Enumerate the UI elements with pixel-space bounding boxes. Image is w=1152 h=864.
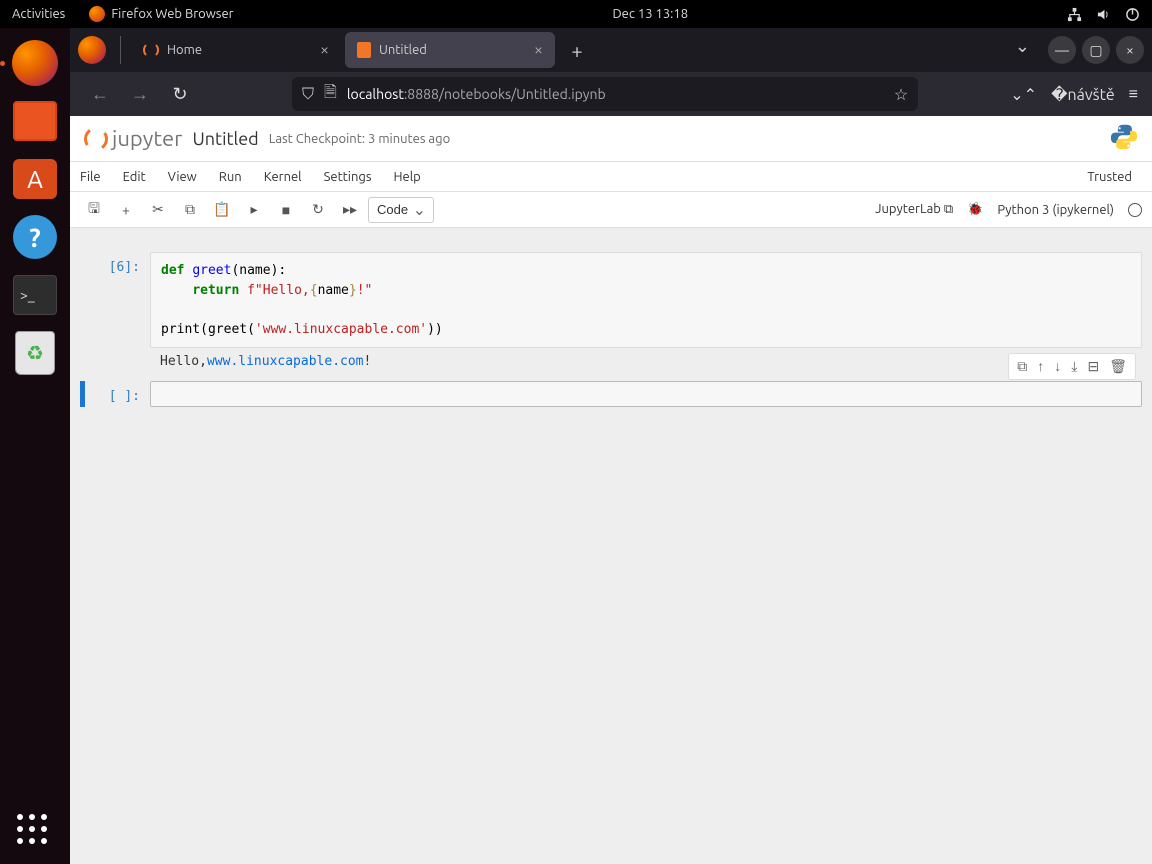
network-icon[interactable] [1067,7,1082,22]
code-output: Hello,www.linuxcapable.com! [150,348,1142,375]
jupyterlab-link[interactable]: JupyterLab ⧉ [875,202,953,217]
code-cell[interactable]: [ ]: ⧉ ↑ ↓ ⤓ ⊟ 🗑 [80,381,1142,407]
run-button[interactable]: ▸ [240,196,268,224]
jupyter-brand: jupyter [112,126,182,151]
jupyter-app: jupyter Untitled Last Checkpoint: 3 minu… [70,116,1152,864]
notebook-icon [357,42,371,58]
dock-help[interactable]: ? [10,212,60,262]
power-icon[interactable] [1125,7,1140,22]
app-indicator[interactable]: Firefox Web Browser [89,6,233,22]
activities-button[interactable]: Activities [12,7,65,21]
dock: A ? >_ ♻ [0,28,70,864]
menu-run[interactable]: Run [219,170,242,184]
menu-kernel[interactable]: Kernel [264,170,302,184]
jupyter-icon [143,42,159,58]
files-icon [13,101,57,141]
hamburger-menu-icon[interactable]: ≡ [1129,85,1138,104]
cut-button[interactable]: ✂ [144,196,172,224]
nav-toolbar: ← → ↻ ⛉ 🗎 localhost:8888/notebooks/Untit… [70,72,1152,116]
insert-above-icon[interactable]: ⤓ [1071,358,1077,375]
minimize-button[interactable]: — [1048,36,1076,64]
code-input[interactable] [150,381,1142,407]
page-info-icon[interactable]: 🗎 [324,81,337,108]
pocket-icon[interactable]: ⌄⌃ [1010,85,1037,104]
code-input[interactable]: def greet(name): return f"Hello,{name}!"… [150,252,1142,348]
url-bar[interactable]: ⛉ 🗎 localhost:8888/notebooks/Untitled.ip… [292,77,918,111]
app-name: Firefox Web Browser [111,7,233,21]
checkpoint-text: Last Checkpoint: 3 minutes ago [269,132,450,146]
jupyter-logo[interactable]: jupyter [84,126,182,151]
reload-button[interactable]: ↻ [164,78,196,110]
back-button[interactable]: ← [84,78,116,110]
menu-edit[interactable]: Edit [123,170,146,184]
cell-prompt: [6]: [80,252,150,375]
menu-help[interactable]: Help [393,170,420,184]
dock-terminal[interactable]: >_ [10,270,60,320]
python-logo [1110,123,1138,155]
tab-label: Home [167,43,202,57]
shield-icon[interactable]: ⛉ [302,85,314,104]
firefox-icon [89,6,105,22]
trash-icon: ♻ [15,331,55,375]
notebook-body[interactable]: [6]: def greet(name): return f"Hello,{na… [70,228,1152,864]
restart-button[interactable]: ↻ [304,196,332,224]
gnome-top-panel: Activities Firefox Web Browser Dec 13 13… [0,0,1152,28]
toolbar: 🖫 + ✂ ⧉ 📋 ▸ ■ ↻ ▸▸ Code JupyterLab ⧉ 🐞 P… [70,192,1152,228]
show-apps-button[interactable] [17,814,53,850]
dock-files[interactable] [10,96,60,146]
tab-home[interactable]: Home × [131,32,341,68]
insert-cell-button[interactable]: + [112,196,140,224]
move-up-icon[interactable]: ↑ [1037,358,1044,375]
insert-below-icon[interactable]: ⊟ [1087,358,1099,375]
dock-firefox[interactable] [10,38,60,88]
menu-bar: File Edit View Run Kernel Settings Help … [70,162,1152,192]
menu-view[interactable]: View [168,170,197,184]
terminal-icon: >_ [13,275,57,315]
jupyter-icon [82,125,110,153]
tab-bar: Home × Untitled × + ⌄ — ▢ × [70,28,1152,72]
cell-type-select[interactable]: Code [368,197,434,223]
restart-run-all-button[interactable]: ▸▸ [336,196,364,224]
notebook-title[interactable]: Untitled [192,129,258,149]
kernel-status-icon[interactable] [1128,203,1142,217]
dock-software[interactable]: A [10,154,60,204]
kernel-name[interactable]: Python 3 (ipykernel) [997,203,1114,217]
clock[interactable]: Dec 13 13:18 [234,7,1067,21]
cell-toolbar: ⧉ ↑ ↓ ⤓ ⊟ 🗑 [1008,353,1136,380]
maximize-button[interactable]: ▢ [1082,36,1110,64]
paste-button[interactable]: 📋 [208,196,236,224]
menu-file[interactable]: File [80,170,101,184]
duplicate-icon[interactable]: ⧉ [1017,358,1027,375]
volume-icon[interactable] [1096,7,1111,22]
save-button[interactable]: 🖫 [80,196,108,224]
jupyter-header: jupyter Untitled Last Checkpoint: 3 minu… [70,116,1152,162]
close-icon[interactable]: × [534,41,543,59]
tabs-dropdown-icon[interactable]: ⌄ [1003,36,1042,64]
help-icon: ? [13,215,57,259]
firefox-window: Home × Untitled × + ⌄ — ▢ × ← → ↻ ⛉ 🗎 lo… [70,28,1152,864]
bookmark-icon[interactable]: ☆ [894,85,908,104]
tab-label: Untitled [379,43,427,57]
forward-button: → [124,78,156,110]
stop-button[interactable]: ■ [272,196,300,224]
trusted-indicator[interactable]: Trusted [1077,168,1142,186]
cell-prompt: [ ]: [80,381,150,407]
output-link[interactable]: www.linuxcapable.com [207,354,364,369]
dock-trash[interactable]: ♻ [10,328,60,378]
close-button[interactable]: × [1116,36,1144,64]
tab-untitled[interactable]: Untitled × [345,32,555,68]
software-icon: A [13,159,57,199]
code-cell[interactable]: [6]: def greet(name): return f"Hello,{na… [80,252,1142,375]
debug-icon[interactable]: 🐞 [967,202,983,217]
firefox-icon [12,40,58,86]
firefox-icon [78,36,106,64]
url-text: localhost:8888/notebooks/Untitled.ipynb [347,86,606,102]
extensions-icon[interactable]: �návště [1051,85,1115,104]
new-tab-button[interactable]: + [559,39,595,62]
delete-icon[interactable]: 🗑 [1109,358,1127,375]
copy-button[interactable]: ⧉ [176,196,204,224]
move-down-icon[interactable]: ↓ [1054,358,1061,375]
close-icon[interactable]: × [320,41,329,59]
menu-settings[interactable]: Settings [324,170,372,184]
